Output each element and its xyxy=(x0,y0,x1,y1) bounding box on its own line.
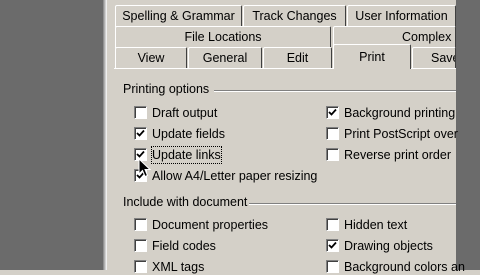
printing-options-divider xyxy=(214,90,456,92)
checkbox-box[interactable] xyxy=(326,260,339,273)
option-label: Document properties xyxy=(152,218,269,232)
checkbox-box[interactable] xyxy=(134,260,147,273)
tab-general[interactable]: General xyxy=(188,47,262,69)
checkbox-box[interactable] xyxy=(326,106,339,119)
tab-save[interactable]: Save xyxy=(412,47,456,69)
checkbox-box[interactable] xyxy=(134,239,147,252)
checkmark-icon xyxy=(328,108,337,116)
checkbox-box[interactable] xyxy=(134,218,147,231)
option-label: Reverse print order xyxy=(344,148,451,162)
tab-track-changes[interactable]: Track Changes xyxy=(243,5,346,27)
option-label: Background printing xyxy=(344,106,456,120)
option-label: Draft output xyxy=(152,106,218,120)
tab-spelling-grammar[interactable]: Spelling & Grammar xyxy=(115,5,242,27)
checkbox-box[interactable] xyxy=(326,239,339,252)
background-window xyxy=(0,0,103,270)
tab-user-information[interactable]: User Information xyxy=(347,5,456,27)
checkbox-box[interactable] xyxy=(134,106,147,119)
include-with-document-label: Include with document xyxy=(123,195,248,209)
option-label: Drawing objects xyxy=(344,239,433,253)
checkmark-icon xyxy=(328,241,337,249)
option-label: Allow A4/Letter paper resizing xyxy=(152,169,318,183)
option-label: Hidden text xyxy=(344,218,408,232)
option-label: XML tags xyxy=(152,260,205,274)
checkbox-box[interactable] xyxy=(326,218,339,231)
option-label: Background colors an xyxy=(344,260,465,274)
option-label: Field codes xyxy=(152,239,216,253)
tab-file-locations[interactable]: File Locations xyxy=(115,26,331,48)
mouse-pointer-icon xyxy=(138,158,151,178)
checkbox-box[interactable] xyxy=(134,127,147,140)
tab-print[interactable]: Print xyxy=(333,44,411,69)
option-label: Print PostScript over xyxy=(344,127,458,141)
background-window-right xyxy=(456,0,480,270)
option-label: Update fields xyxy=(152,127,225,141)
checkmark-icon xyxy=(136,129,145,137)
include-with-document-divider xyxy=(249,203,456,205)
option-label: Update links xyxy=(151,146,222,164)
tab-view[interactable]: View xyxy=(115,47,187,69)
checkbox-box[interactable] xyxy=(326,127,339,140)
checkbox-box[interactable] xyxy=(326,148,339,161)
tab-edit[interactable]: Edit xyxy=(263,47,332,69)
printing-options-label: Printing options xyxy=(123,82,210,96)
